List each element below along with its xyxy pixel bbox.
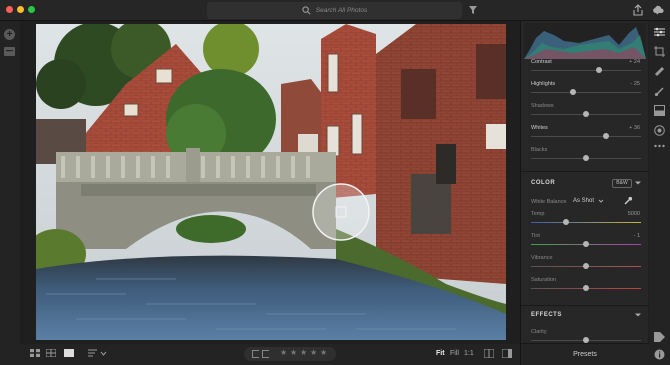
compare-icon[interactable] bbox=[483, 348, 495, 360]
brush-icon[interactable] bbox=[654, 86, 665, 99]
contrast-label: Contrast bbox=[531, 59, 552, 65]
saturation-slider-thumb[interactable] bbox=[583, 285, 589, 291]
edit-tools-column bbox=[649, 21, 670, 365]
detail-view-icon[interactable] bbox=[64, 349, 74, 359]
tint-slider-thumb[interactable] bbox=[583, 241, 589, 247]
filter-icon[interactable] bbox=[469, 6, 477, 16]
share-icon[interactable] bbox=[633, 4, 643, 18]
white-balance-select[interactable]: As Shot bbox=[573, 198, 594, 204]
whites-value[interactable]: + 36 bbox=[629, 125, 640, 131]
search-icon bbox=[302, 6, 311, 15]
saturation-label: Saturation bbox=[531, 277, 557, 283]
tint-value[interactable]: - 1 bbox=[634, 233, 640, 239]
cloud-icon[interactable] bbox=[652, 5, 664, 16]
add-photos-icon[interactable]: + bbox=[4, 29, 15, 40]
whites-slider[interactable] bbox=[531, 133, 641, 139]
clarity-label: Clarity bbox=[531, 329, 547, 335]
zoom-fit-button[interactable]: Fit bbox=[436, 350, 445, 357]
crop-icon[interactable] bbox=[654, 46, 665, 59]
temp-label: Temp bbox=[531, 211, 545, 217]
edit-panel: Contrast + 24 Highlights - 25 Shadows Whites +… bbox=[520, 21, 649, 365]
search-input[interactable]: Search All Photos bbox=[316, 7, 367, 14]
saturation-slider[interactable] bbox=[531, 285, 641, 291]
vibrance-label: Vibrance bbox=[531, 255, 553, 261]
close-window-button[interactable] bbox=[6, 6, 13, 13]
eyedropper-icon[interactable] bbox=[623, 196, 633, 208]
contrast-slider-thumb[interactable] bbox=[596, 67, 603, 73]
photo-canvas[interactable] bbox=[36, 24, 506, 340]
highlights-label: Highlights bbox=[531, 81, 556, 87]
library-icon[interactable] bbox=[4, 47, 15, 58]
bottom-toolbar: ★ ★ ★ ★ ★ Fit Fill 1:1 bbox=[20, 344, 520, 365]
healing-brush-icon[interactable] bbox=[654, 66, 665, 79]
highlights-slider[interactable] bbox=[531, 89, 641, 95]
tint-label: Tint bbox=[531, 233, 540, 239]
rating-bar: ★ ★ ★ ★ ★ bbox=[244, 347, 336, 361]
blacks-slider-thumb[interactable] bbox=[583, 155, 589, 161]
blacks-label: Blacks bbox=[531, 147, 548, 153]
vibrance-slider-thumb[interactable] bbox=[583, 263, 589, 269]
color-section-title[interactable]: COLOR bbox=[531, 180, 555, 186]
left-toolbar: + bbox=[0, 21, 20, 365]
shadows-slider-thumb[interactable] bbox=[583, 111, 589, 117]
temp-slider[interactable] bbox=[531, 219, 641, 225]
star-2[interactable]: ★ bbox=[290, 348, 297, 357]
radial-mask-handle[interactable] bbox=[312, 183, 370, 241]
minimize-window-button[interactable] bbox=[17, 6, 24, 13]
flag-pick-icon[interactable] bbox=[252, 350, 259, 358]
tint-slider[interactable] bbox=[531, 241, 641, 247]
shadows-slider[interactable] bbox=[531, 111, 641, 117]
temp-value[interactable]: 5000 bbox=[628, 211, 640, 217]
whites-label: Whites bbox=[531, 125, 548, 131]
flag-reject-icon[interactable] bbox=[262, 350, 269, 358]
grid-view-icon[interactable] bbox=[30, 349, 40, 359]
blacks-slider[interactable] bbox=[531, 155, 641, 161]
chevron-down-icon[interactable] bbox=[634, 179, 642, 189]
chevron-down-icon[interactable] bbox=[634, 311, 642, 321]
vibrance-slider[interactable] bbox=[531, 263, 641, 269]
shadows-label: Shadows bbox=[531, 103, 554, 109]
star-5[interactable]: ★ bbox=[320, 348, 327, 357]
star-4[interactable]: ★ bbox=[310, 348, 317, 357]
zoom-1to1-button[interactable]: 1:1 bbox=[464, 350, 474, 357]
contrast-value[interactable]: + 24 bbox=[629, 59, 640, 65]
linear-gradient-icon[interactable] bbox=[654, 105, 665, 118]
tag-icon[interactable] bbox=[654, 332, 665, 344]
histogram bbox=[524, 23, 646, 59]
title-bar: Search All Photos bbox=[0, 0, 670, 21]
zoom-fill-button[interactable]: Fill bbox=[450, 350, 459, 357]
panel-divider bbox=[521, 171, 649, 172]
highlights-value[interactable]: - 25 bbox=[631, 81, 640, 87]
bw-button[interactable]: B&W bbox=[612, 179, 632, 188]
star-3[interactable]: ★ bbox=[300, 348, 307, 357]
edit-sliders-icon[interactable] bbox=[654, 27, 665, 39]
square-grid-icon[interactable] bbox=[45, 348, 57, 359]
effects-section-title[interactable]: EFFECTS bbox=[531, 312, 562, 318]
clarity-slider[interactable] bbox=[531, 337, 641, 343]
more-icon[interactable] bbox=[654, 144, 665, 150]
temp-slider-thumb[interactable] bbox=[563, 219, 570, 225]
info-icon[interactable] bbox=[654, 349, 665, 362]
panel-divider bbox=[521, 305, 649, 306]
zoom-window-button[interactable] bbox=[28, 6, 35, 13]
white-balance-label: White Balance bbox=[531, 199, 567, 205]
presets-button[interactable]: Presets bbox=[521, 343, 649, 365]
contrast-slider[interactable] bbox=[531, 67, 641, 73]
chevron-down-icon[interactable] bbox=[598, 198, 604, 206]
highlights-slider-thumb[interactable] bbox=[569, 89, 576, 95]
panel-toggle-icon[interactable] bbox=[501, 348, 513, 360]
sort-icon[interactable] bbox=[88, 349, 108, 359]
whites-slider-thumb[interactable] bbox=[602, 133, 609, 139]
search-bar[interactable]: Search All Photos bbox=[207, 2, 462, 19]
star-1[interactable]: ★ bbox=[280, 348, 287, 357]
radial-gradient-icon[interactable] bbox=[654, 125, 665, 138]
